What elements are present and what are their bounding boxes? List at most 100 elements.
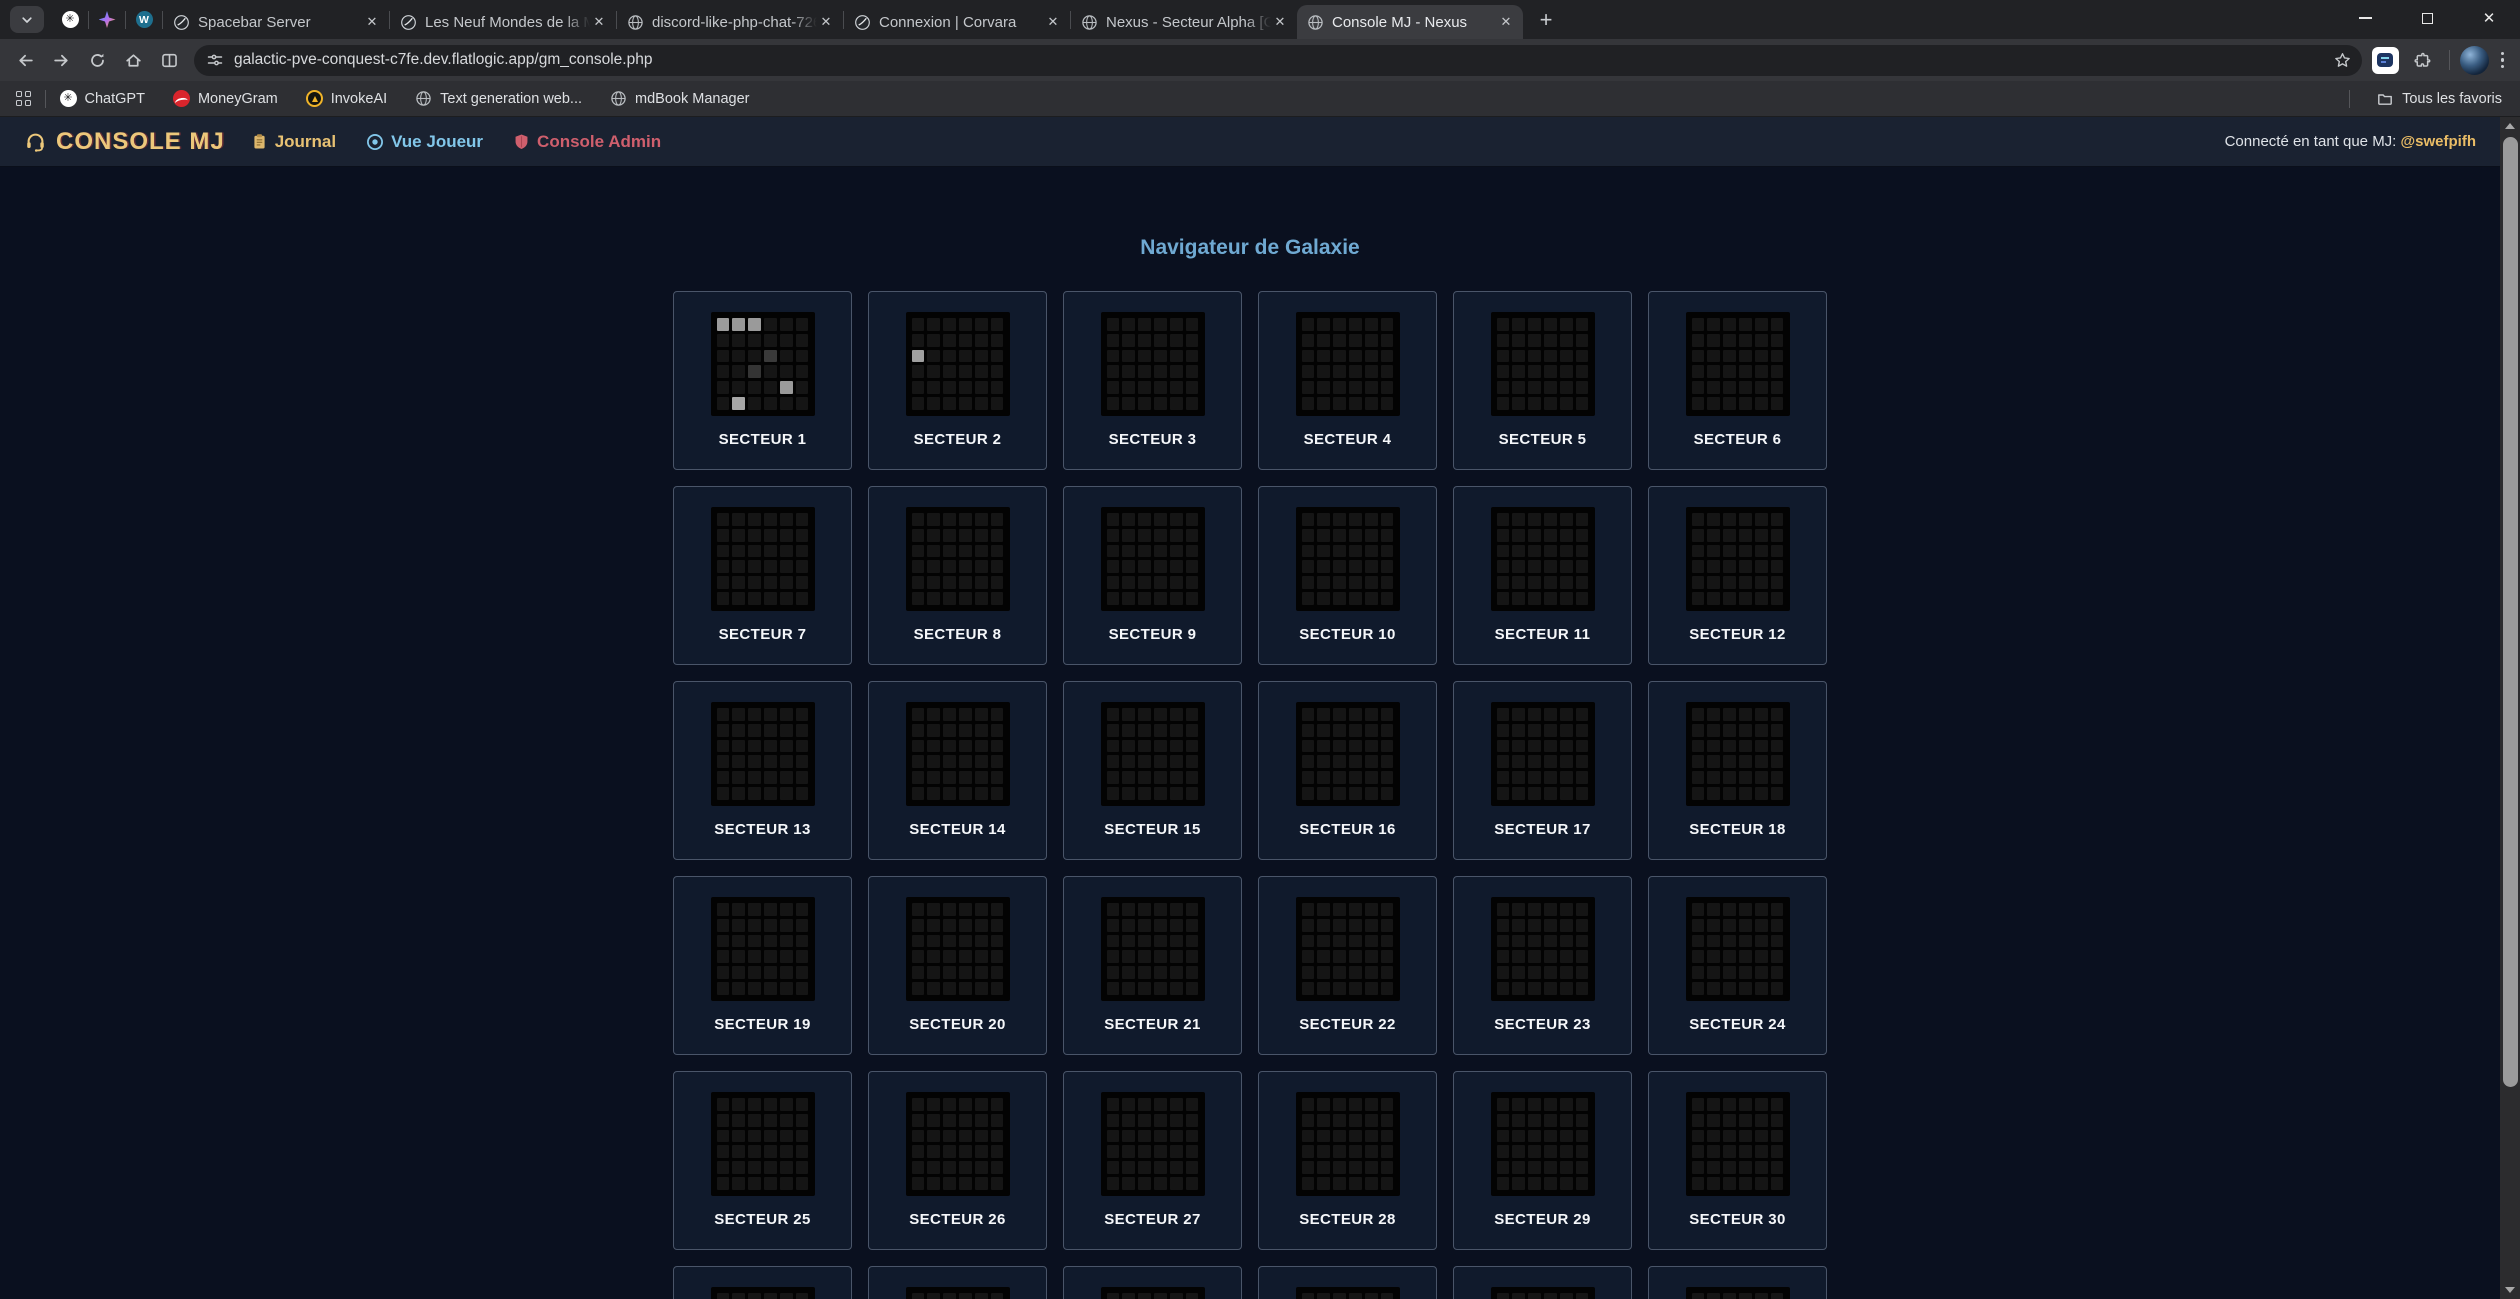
sector-card[interactable]: SECTEUR 4 — [1258, 291, 1437, 470]
tab-close-icon[interactable]: ✕ — [1497, 13, 1515, 31]
tab-neuf-mondes[interactable]: Les Neuf Mondes de la Mytholo ✕ — [390, 5, 616, 39]
scrollbar-up-button[interactable] — [2500, 117, 2520, 135]
sector-cell — [959, 318, 972, 331]
sector-card[interactable]: SECTEUR 30 — [1648, 1071, 1827, 1250]
apps-grid-icon[interactable] — [16, 91, 31, 106]
tab-console-mj-active[interactable]: Console MJ - Nexus ✕ — [1297, 5, 1523, 39]
tab-close-icon[interactable]: ✕ — [1271, 13, 1289, 31]
sector-card[interactable]: SECTEUR 11 — [1453, 486, 1632, 665]
sector-card[interactable]: SECTEUR 26 — [868, 1071, 1047, 1250]
window-minimize-button[interactable] — [2334, 0, 2396, 36]
site-settings-icon[interactable] — [206, 51, 224, 69]
sector-card[interactable]: SECTEUR 12 — [1648, 486, 1827, 665]
sector-cell — [1771, 545, 1784, 558]
profile-avatar[interactable] — [2460, 46, 2489, 75]
sector-card[interactable]: SECTEUR 5 — [1453, 291, 1632, 470]
tab-spacebar-server[interactable]: Spacebar Server ✕ — [163, 5, 389, 39]
window-close-button[interactable]: ✕ — [2458, 0, 2520, 36]
sector-cell — [1365, 708, 1378, 721]
page-title: Navigateur de Galaxie — [0, 236, 2500, 260]
sector-card[interactable]: SECTEUR 13 — [673, 681, 852, 860]
sector-card[interactable]: SECTEUR 20 — [868, 876, 1047, 1055]
bookmark-invokeai[interactable]: InvokeAI — [306, 90, 387, 107]
sector-cell — [1154, 350, 1167, 363]
sector-card[interactable]: SECTEUR 35 — [1453, 1266, 1632, 1299]
sector-card[interactable]: SECTEUR 19 — [673, 876, 852, 1055]
bookmark-mdbook-manager[interactable]: mdBook Manager — [610, 90, 749, 107]
extensions-menu-button[interactable] — [2405, 43, 2439, 77]
sector-cell — [764, 724, 777, 737]
tab-close-icon[interactable]: ✕ — [590, 13, 608, 31]
sector-card[interactable]: SECTEUR 7 — [673, 486, 852, 665]
sector-card[interactable]: SECTEUR 29 — [1453, 1071, 1632, 1250]
sector-card[interactable]: SECTEUR 3 — [1063, 291, 1242, 470]
address-bar[interactable]: galactic-pve-conquest-c7fe.dev.flatlogic… — [194, 45, 2362, 76]
sector-card[interactable]: SECTEUR 2 — [868, 291, 1047, 470]
pinned-tab-wordpress[interactable]: W — [126, 3, 162, 37]
bookmark-chatgpt[interactable]: ChatGPT — [60, 90, 145, 107]
bookmark-text-generation[interactable]: Text generation web... — [415, 90, 582, 107]
new-tab-button[interactable]: + — [1531, 5, 1561, 35]
tab-nexus-secteur-alpha[interactable]: Nexus - Secteur Alpha [G1] ✕ — [1071, 5, 1297, 39]
sector-cell — [1692, 966, 1705, 979]
pinned-tab-chatgpt[interactable] — [52, 3, 88, 37]
scrollbar-down-button[interactable] — [2500, 1281, 2520, 1299]
tab-close-icon[interactable]: ✕ — [817, 13, 835, 31]
sector-card[interactable]: SECTEUR 9 — [1063, 486, 1242, 665]
forward-button[interactable] — [44, 43, 78, 77]
nav-console-admin[interactable]: Console Admin — [513, 132, 661, 152]
sector-card[interactable]: SECTEUR 17 — [1453, 681, 1632, 860]
tab-close-icon[interactable]: ✕ — [363, 13, 381, 31]
all-bookmarks-button[interactable]: Tous les favoris — [2376, 90, 2502, 108]
sector-card[interactable]: SECTEUR 10 — [1258, 486, 1437, 665]
sector-cell — [1544, 560, 1557, 573]
sector-card[interactable]: SECTEUR 28 — [1258, 1071, 1437, 1250]
sector-card[interactable]: SECTEUR 24 — [1648, 876, 1827, 1055]
sector-cell — [1138, 397, 1151, 410]
reload-button[interactable] — [80, 43, 114, 77]
extension-button[interactable] — [2372, 47, 2399, 74]
sector-card[interactable]: SECTEUR 18 — [1648, 681, 1827, 860]
side-panel-button[interactable] — [152, 43, 186, 77]
sector-card[interactable]: SECTEUR 22 — [1258, 876, 1437, 1055]
sector-card[interactable]: SECTEUR 33 — [1063, 1266, 1242, 1299]
sector-card[interactable]: SECTEUR 31 — [673, 1266, 852, 1299]
back-button[interactable] — [8, 43, 42, 77]
sector-card[interactable]: SECTEUR 14 — [868, 681, 1047, 860]
sector-cell — [1512, 1177, 1525, 1190]
sector-card[interactable]: SECTEUR 21 — [1063, 876, 1242, 1055]
tab-connexion-corvara[interactable]: Connexion | Corvara ✕ — [844, 5, 1070, 39]
sector-card[interactable]: SECTEUR 27 — [1063, 1071, 1242, 1250]
sector-cell — [1154, 771, 1167, 784]
bookmark-star-icon[interactable] — [2333, 51, 2352, 70]
sector-card[interactable]: SECTEUR 8 — [868, 486, 1047, 665]
scrollbar-thumb[interactable] — [2503, 137, 2518, 1087]
sector-card[interactable]: SECTEUR 32 — [868, 1266, 1047, 1299]
sector-card[interactable]: SECTEUR 15 — [1063, 681, 1242, 860]
sector-cell — [991, 1145, 1004, 1158]
tab-close-icon[interactable]: ✕ — [1044, 13, 1062, 31]
bookmark-moneygram[interactable]: MoneyGram — [173, 90, 278, 107]
browser-menu-button[interactable] — [2495, 46, 2511, 75]
sector-minimap — [1101, 897, 1205, 1001]
nav-journal[interactable]: Journal — [251, 132, 336, 152]
sector-card[interactable]: SECTEUR 1 — [673, 291, 852, 470]
nav-vue-joueur[interactable]: Vue Joueur — [366, 132, 483, 152]
sector-card[interactable]: SECTEUR 36 — [1648, 1266, 1827, 1299]
sector-card[interactable]: SECTEUR 6 — [1648, 291, 1827, 470]
pinned-tab-gemini[interactable] — [89, 3, 125, 37]
sector-cell — [975, 365, 988, 378]
sector-cell — [1154, 708, 1167, 721]
page-scrollbar[interactable] — [2500, 117, 2520, 1299]
window-maximize-button[interactable] — [2396, 0, 2458, 36]
sector-cell — [991, 1161, 1004, 1174]
sector-cell — [1381, 529, 1394, 542]
sector-card[interactable]: SECTEUR 25 — [673, 1071, 852, 1250]
home-button[interactable] — [116, 43, 150, 77]
tab-discord-chat[interactable]: discord-like-php-chat-7262.dev ✕ — [617, 5, 843, 39]
sector-card[interactable]: SECTEUR 23 — [1453, 876, 1632, 1055]
tab-search-button[interactable] — [10, 6, 44, 33]
url-text[interactable]: galactic-pve-conquest-c7fe.dev.flatlogic… — [234, 51, 2333, 69]
sector-card[interactable]: SECTEUR 34 — [1258, 1266, 1437, 1299]
sector-card[interactable]: SECTEUR 16 — [1258, 681, 1437, 860]
